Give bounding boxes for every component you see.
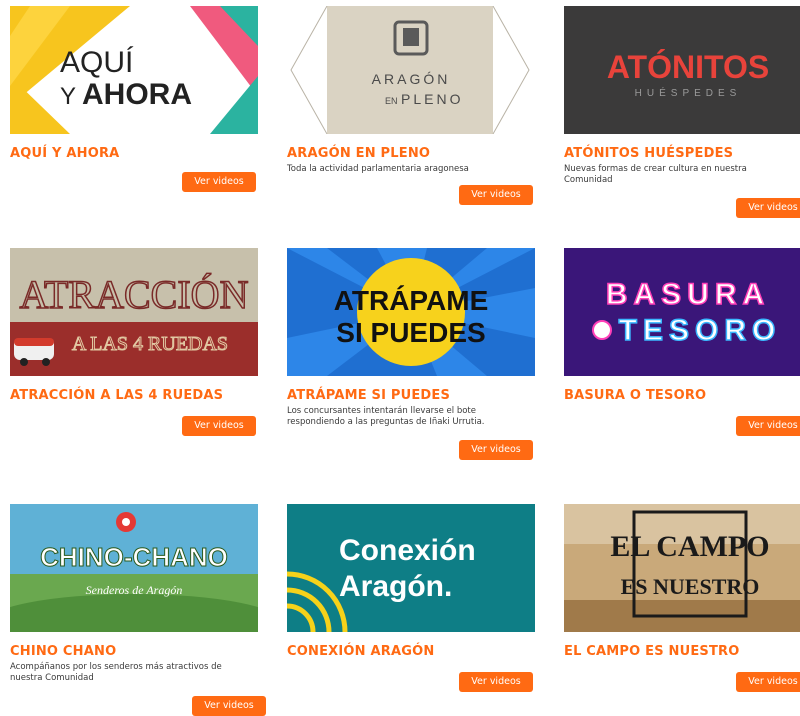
art-text: HUÉSPEDES — [635, 86, 742, 99]
art-text: ATRACCIÓN — [20, 272, 249, 317]
program-description: Los concursantes intentarán llevarse el … — [287, 406, 485, 427]
program-title[interactable]: ATÓNITOS HUÉSPEDES — [564, 146, 733, 161]
program-title[interactable]: ARAGÓN EN PLENO — [287, 146, 430, 161]
art-text: Y — [60, 83, 76, 110]
program-description: Nuevas formas de crear cultura en nuestr… — [564, 164, 747, 185]
art-text: Conexión — [339, 534, 476, 567]
program-description: Acompáñanos por los senderos más atracti… — [10, 662, 222, 683]
program-title[interactable]: CHINO CHANO — [10, 644, 116, 659]
program-thumbnail[interactable]: ATRACCIÓN A LAS 4 RUEDAS — [10, 248, 258, 376]
art-text: SI PUEDES — [336, 317, 485, 348]
program-thumbnail[interactable]: AQUÍ Y AHORA — [10, 6, 258, 134]
program-thumbnail[interactable]: ATÓNITOS HUÉSPEDES — [564, 6, 800, 134]
art-text: EN — [385, 96, 398, 106]
program-thumbnail[interactable]: EL CAMPO ES NUESTRO — [564, 504, 800, 632]
program-title[interactable]: AQUÍ Y AHORA — [10, 146, 119, 161]
program-thumbnail[interactable]: Conexión Aragón. — [287, 504, 535, 632]
art-text: CHINO-CHANO — [40, 542, 228, 572]
program-title[interactable]: BASURA O TESORO — [564, 388, 706, 403]
ver-videos-button[interactable]: Ver videos — [736, 198, 800, 218]
program-thumbnail[interactable]: CHINO-CHANO Senderos de Aragón — [10, 504, 258, 632]
ver-videos-button[interactable]: Ver videos — [736, 416, 800, 436]
program-title[interactable]: CONEXIÓN ARAGÓN — [287, 644, 434, 659]
ver-videos-button[interactable]: Ver videos — [182, 416, 256, 436]
art-text: BASURA — [606, 278, 770, 311]
art-text: TESORO — [619, 314, 782, 347]
ver-videos-button[interactable]: Ver videos — [192, 696, 266, 716]
art-text: AHORA — [82, 78, 192, 111]
art-text: PLENO — [401, 91, 463, 107]
art-text: ATRÁPAME — [334, 285, 489, 316]
program-description: Toda la actividad parlamentaria aragones… — [287, 164, 469, 174]
art-text: Aragón. — [339, 570, 452, 603]
program-title[interactable]: ATRÁPAME SI PUEDES — [287, 388, 450, 403]
art-text: ATÓNITOS — [607, 49, 769, 85]
program-title[interactable]: ATRACCIÓN A LAS 4 RUEDAS — [10, 388, 223, 403]
art-text: Senderos de Aragón — [86, 583, 183, 597]
program-thumbnail[interactable]: ATRÁPAME SI PUEDES — [287, 248, 535, 376]
ver-videos-button[interactable]: Ver videos — [736, 672, 800, 692]
art-text: AQUÍ — [60, 46, 134, 79]
program-title[interactable]: EL CAMPO ES NUESTRO — [564, 644, 740, 659]
art-text: A LAS 4 RUEDAS — [72, 333, 228, 355]
ver-videos-button[interactable]: Ver videos — [459, 672, 533, 692]
program-thumbnail[interactable]: BASURA TESORO — [564, 248, 800, 376]
ver-videos-button[interactable]: Ver videos — [459, 440, 533, 460]
art-text: ES NUESTRO — [621, 574, 760, 599]
ver-videos-button[interactable]: Ver videos — [182, 172, 256, 192]
ver-videos-button[interactable]: Ver videos — [459, 185, 533, 205]
art-text: EL CAMPO — [610, 530, 769, 563]
program-thumbnail[interactable]: ARAGÓN EN PLENO — [287, 6, 535, 134]
art-text: ARAGÓN — [372, 71, 451, 87]
